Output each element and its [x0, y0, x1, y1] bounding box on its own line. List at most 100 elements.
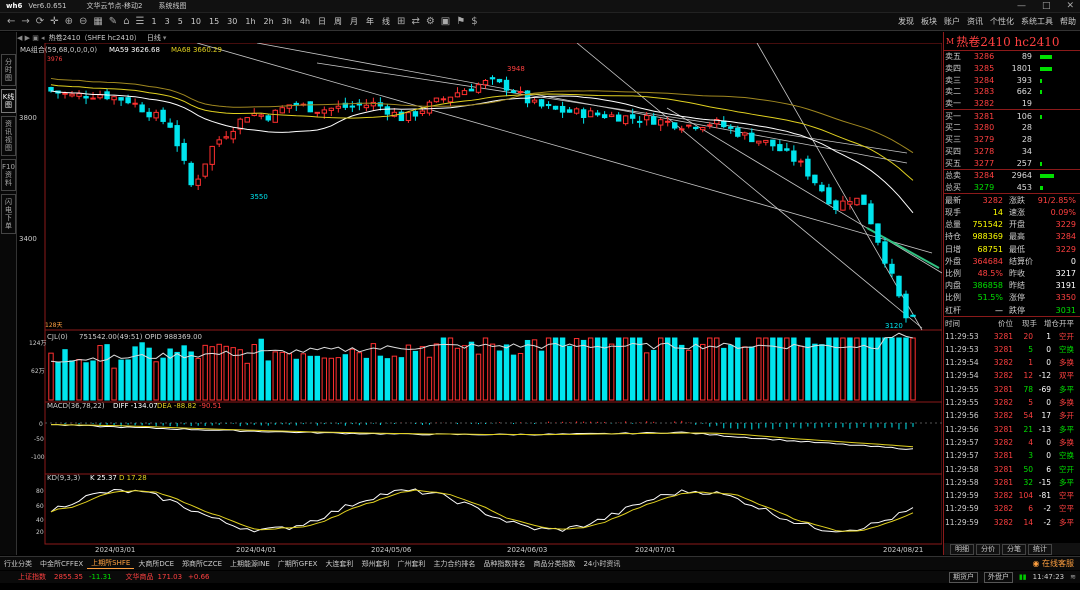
market-tab[interactable]: 24小时资讯 — [579, 559, 624, 569]
market-tab[interactable]: 主力合约排名 — [429, 559, 479, 569]
chart-period[interactable]: 日线 — [147, 33, 161, 43]
period-30m[interactable]: 30 — [223, 17, 241, 26]
period-day[interactable]: 日 — [314, 16, 330, 27]
tab-stat[interactable]: 统计 — [1028, 543, 1052, 555]
tick-row[interactable]: 11:29:58 3281 50 6 空开 — [944, 462, 1080, 475]
period-2h[interactable]: 2h — [260, 17, 278, 26]
market-tab[interactable]: 大连套利 — [321, 559, 357, 569]
market-tab[interactable]: 上期能源INE — [226, 559, 274, 569]
ask-row[interactable]: 卖二 3283 662 — [944, 86, 1080, 98]
period-3h[interactable]: 3h — [278, 17, 296, 26]
menu-sector[interactable]: 板块 — [921, 16, 937, 27]
period-5m[interactable]: 5 — [174, 17, 187, 26]
market-tab[interactable]: 行业分类 — [0, 559, 36, 569]
back-icon[interactable]: ← — [4, 16, 18, 27]
market-tab[interactable]: 品种指数排名 — [479, 559, 529, 569]
line-tool[interactable]: 线 — [378, 16, 394, 27]
tick-row[interactable]: 11:29:57 3282 4 0 多换 — [944, 436, 1080, 449]
title-item-1[interactable]: 文华云节点-移动2 — [86, 1, 142, 11]
tick-row[interactable]: 11:29:53 3281 20 1 空开 — [944, 329, 1080, 342]
period-10m[interactable]: 10 — [187, 17, 205, 26]
zoom-out-icon[interactable]: ⊖ — [76, 16, 90, 27]
title-item-2[interactable]: 系统线图 — [158, 1, 186, 11]
tick-row[interactable]: 11:29:54 3282 12 -12 双平 — [944, 369, 1080, 382]
window-icon[interactable]: ▣ — [438, 16, 453, 27]
bid-row[interactable]: 买五 3277 257 — [944, 157, 1080, 169]
zoom-in-icon[interactable]: ⊕ — [62, 16, 76, 27]
menu-news[interactable]: 资讯 — [967, 16, 983, 27]
period-1h[interactable]: 1h — [241, 17, 259, 26]
sidebar-quick-order[interactable]: 闪电下单 — [1, 194, 16, 234]
chart-icons[interactable]: ◀ ▶ ▣ ◂ — [17, 34, 45, 42]
bid-row[interactable]: 买四 3278 34 — [944, 146, 1080, 158]
tick-row[interactable]: 11:29:53 3281 5 0 空换 — [944, 343, 1080, 356]
menu-account[interactable]: 账户 — [944, 16, 960, 27]
settings-icon[interactable]: ⚙ — [423, 16, 438, 27]
bid-row[interactable]: 买二 3280 28 — [944, 122, 1080, 134]
tick-row[interactable]: 11:29:54 3282 1 0 多换 — [944, 356, 1080, 369]
crosshair-icon[interactable]: ✛ — [47, 16, 61, 27]
market-tab[interactable]: 郑州套利 — [357, 559, 393, 569]
kline-chart[interactable]: MA组合(59,68,0,0,0,0) MA59 3626.68 MA68 36… — [17, 43, 942, 554]
tick-row[interactable]: 11:29:55 3281 78 -69 多平 — [944, 383, 1080, 396]
total-row[interactable]: 总买 3279 453 — [944, 182, 1080, 194]
tick-row[interactable]: 11:29:57 3281 3 0 空换 — [944, 449, 1080, 462]
menu-discover[interactable]: 发现 — [898, 16, 914, 27]
tick-row[interactable]: 11:29:59 3282 6 -2 空平 — [944, 502, 1080, 515]
market-tab[interactable]: 上期所SHFE — [87, 558, 135, 569]
maximize-button[interactable]: □ — [1042, 1, 1051, 11]
live-support-button[interactable]: ◉ 在线客服 — [1032, 558, 1074, 569]
close-button[interactable]: ✕ — [1066, 1, 1074, 11]
chart-icon[interactable]: ▦ — [90, 16, 105, 27]
flag-icon[interactable]: ⚑ — [453, 16, 468, 27]
tick-row[interactable]: 11:29:56 3282 54 17 多开 — [944, 409, 1080, 422]
period-month[interactable]: 月 — [346, 16, 362, 27]
sidebar-kline[interactable]: K线图 — [1, 89, 16, 113]
refresh-icon[interactable]: ⟳ — [33, 16, 47, 27]
bid-row[interactable]: 买三 3279 28 — [944, 134, 1080, 146]
tick-row[interactable]: 11:29:58 3281 32 -15 多平 — [944, 476, 1080, 489]
index2-name[interactable]: 文华商品 — [126, 572, 154, 582]
tab-detail[interactable]: 明细 — [950, 543, 974, 555]
minimize-button[interactable]: — — [1017, 1, 1026, 11]
ask-row[interactable]: 卖五 3286 89 — [944, 51, 1080, 63]
tick-row[interactable]: 11:29:59 3282 14 -2 多平 — [944, 516, 1080, 529]
menu-personalize[interactable]: 个性化 — [990, 16, 1014, 27]
sidebar-news[interactable]: 资讯视图 — [1, 116, 16, 156]
market-tab[interactable]: 广州套利 — [393, 559, 429, 569]
market-tab[interactable]: 大商所DCE — [134, 559, 178, 569]
index1-name[interactable]: 上证指数 — [18, 572, 46, 582]
tab-price[interactable]: 分价 — [976, 543, 1000, 555]
forward-icon[interactable]: → — [18, 16, 32, 27]
menu-tools[interactable]: 系统工具 — [1021, 16, 1053, 27]
grid-icon[interactable]: ⊞ — [394, 16, 408, 27]
compare-icon[interactable]: ⇄ — [408, 16, 422, 27]
ask-row[interactable]: 卖四 3285 1801 — [944, 63, 1080, 75]
tick-row[interactable]: 11:29:56 3281 21 -13 多平 — [944, 423, 1080, 436]
tab-trade[interactable]: 分笔 — [1002, 543, 1026, 555]
tick-row[interactable]: 11:29:55 3282 5 0 多换 — [944, 396, 1080, 409]
period-15m[interactable]: 15 — [205, 17, 223, 26]
market-tab[interactable]: 广期所GFEX — [274, 559, 322, 569]
sidebar-timeshare[interactable]: 分时图 — [1, 54, 16, 86]
period-3m[interactable]: 3 — [161, 17, 174, 26]
list-icon[interactable]: ☰ — [133, 16, 148, 27]
period-year[interactable]: 年 — [362, 16, 378, 27]
period-4h[interactable]: 4h — [296, 17, 314, 26]
ask-row[interactable]: 卖一 3282 19 — [944, 98, 1080, 110]
foreign-account-button[interactable]: 外盘户 — [983, 571, 1013, 583]
home-icon[interactable]: ⌂ — [120, 16, 132, 27]
market-tab[interactable]: 郑商所CZCE — [178, 559, 226, 569]
market-tab[interactable]: 商品分类指数 — [529, 559, 579, 569]
tick-row[interactable]: 11:29:59 3282 104 -81 空平 — [944, 489, 1080, 502]
ask-row[interactable]: 卖三 3284 393 — [944, 74, 1080, 86]
total-row[interactable]: 总卖 3284 2964 — [944, 170, 1080, 182]
dropdown-icon[interactable]: ▾ — [163, 34, 167, 42]
sidebar-f10[interactable]: F10资料 — [1, 159, 16, 191]
bid-row[interactable]: 买一 3281 106 — [944, 110, 1080, 122]
tick-list[interactable]: 11:29:53 3281 20 1 空开 11:29:53 3281 5 0 空换 11:29:5… — [944, 329, 1080, 528]
dollar-icon[interactable]: $ — [468, 16, 480, 27]
period-week[interactable]: 周 — [330, 16, 346, 27]
futures-account-button[interactable]: 期货户 — [948, 571, 978, 583]
period-1m[interactable]: 1 — [148, 17, 161, 26]
